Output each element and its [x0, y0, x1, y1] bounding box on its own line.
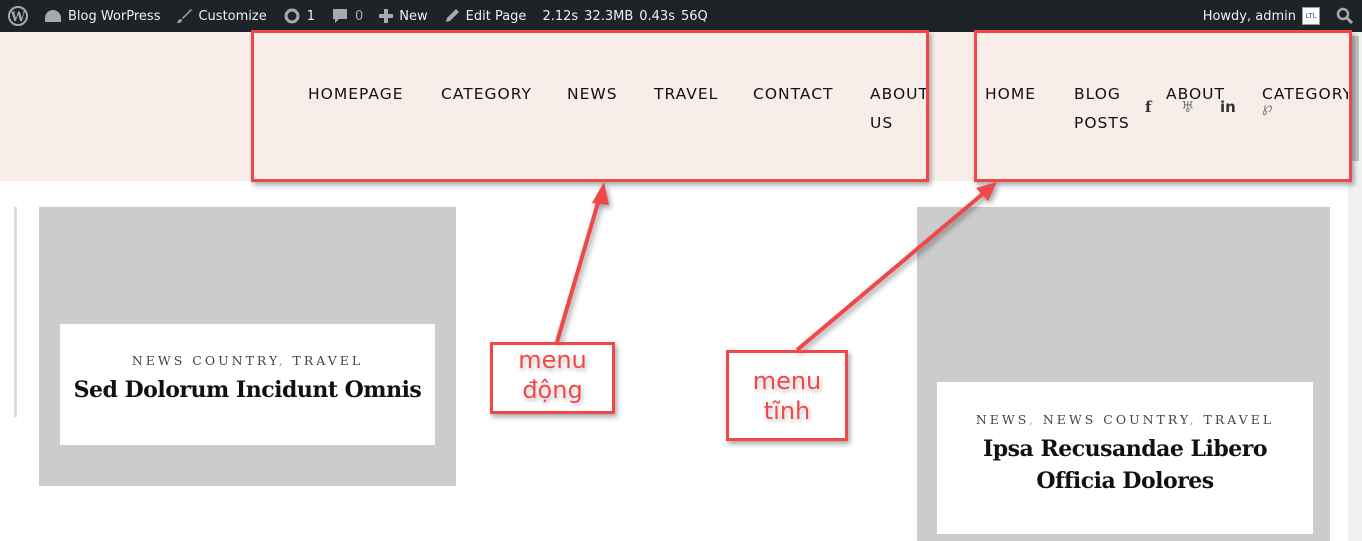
label-line: động — [522, 376, 583, 404]
label-line: menu — [518, 346, 587, 374]
arrow-static — [795, 190, 987, 352]
arrow-dynamic — [555, 195, 602, 343]
label-line: tĩnh — [763, 397, 811, 425]
annotation-arrows — [555, 182, 997, 352]
arrowhead-icon — [592, 182, 609, 205]
annotation-label-dynamic: menu động — [490, 345, 615, 405]
label-line: menu — [752, 367, 822, 395]
annotation-label-static: menu tĩnh — [726, 366, 848, 426]
